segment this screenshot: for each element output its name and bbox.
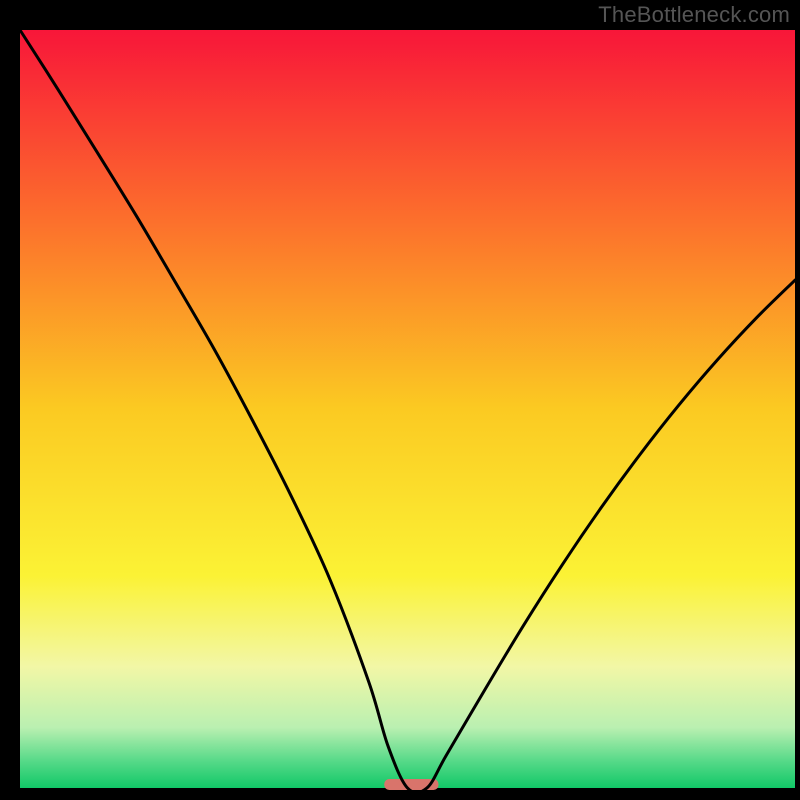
attribution-text: TheBottleneck.com (598, 2, 790, 28)
chart-frame: TheBottleneck.com (0, 0, 800, 800)
bottleneck-curve-chart (0, 0, 800, 800)
plot-background (20, 30, 795, 788)
